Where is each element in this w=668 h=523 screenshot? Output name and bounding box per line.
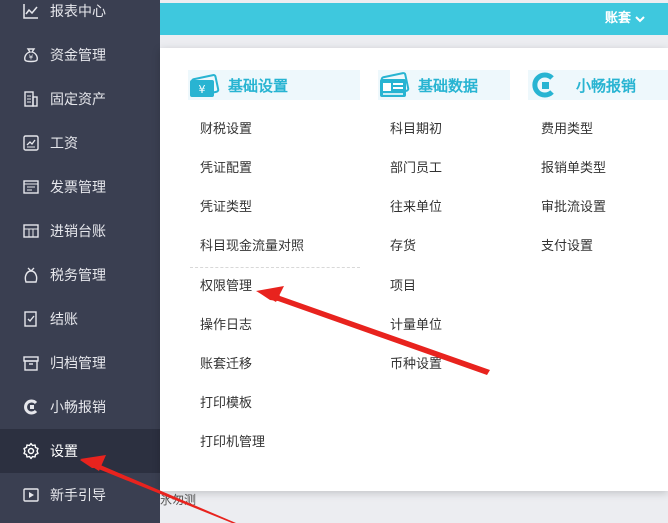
sidebar-item-label: 资金管理	[50, 48, 106, 64]
account-menu[interactable]: 账套	[605, 3, 646, 35]
menu-item-units[interactable]: 计量单位	[390, 316, 442, 336]
sidebar-item-label: 小畅报销	[50, 400, 106, 416]
menu-item-expense-types[interactable]: 费用类型	[541, 120, 593, 140]
menu-item-trading-partners[interactable]: 往来单位	[390, 198, 442, 218]
sidebar-item-funds[interactable]: ¥ 资金管理	[0, 33, 160, 77]
column-title: 基础设置	[228, 76, 289, 95]
top-bar: 账套	[160, 3, 668, 35]
menu-item-print-templates[interactable]: 打印模板	[200, 394, 252, 414]
menu-item-reimburse-form-types[interactable]: 报销单类型	[541, 159, 606, 179]
sidebar-item-tax[interactable]: 税务管理	[0, 253, 160, 297]
chevron-down-icon	[635, 16, 645, 23]
video-guide-icon	[22, 486, 40, 504]
sidebar-item-archive[interactable]: 归档管理	[0, 341, 160, 385]
sidebar-item-label: 税务管理	[50, 268, 106, 284]
menu-item-cashflow-mapping[interactable]: 科目现金流量对照	[200, 237, 304, 257]
column-header-reimburse: 小畅报销	[528, 70, 668, 100]
menu-divider	[190, 267, 360, 268]
column-header-basic-data: 基础数据	[378, 70, 510, 100]
menu-item-printer-management[interactable]: 打印机管理	[200, 433, 265, 453]
archive-icon	[22, 354, 40, 372]
sidebar-item-label: 工资	[50, 136, 78, 152]
settings-dropdown-panel: ¥ 基础设置 基础数据 小畅报销 财税设置 凭证配置 凭证类型 科目现金流量对照…	[160, 48, 668, 491]
data-card-icon	[378, 70, 412, 100]
sidebar-item-label: 结账	[50, 312, 78, 328]
invoice-icon	[22, 178, 40, 196]
sidebar-item-label: 报表中心	[50, 4, 106, 20]
money-bag-icon: ¥	[22, 46, 40, 64]
sidebar-item-label: 固定资产	[50, 92, 106, 108]
column-title: 小畅报销	[576, 76, 637, 95]
menu-item-account-migration[interactable]: 账套迁移	[200, 355, 252, 375]
menu-item-payment-settings[interactable]: 支付设置	[541, 237, 593, 257]
gear-icon	[22, 442, 40, 460]
account-menu-label: 账套	[604, 11, 631, 26]
menu-item-voucher-config[interactable]: 凭证配置	[200, 159, 252, 179]
menu-item-inventory[interactable]: 存货	[390, 237, 416, 257]
menu-item-opening-balances[interactable]: 科目期初	[390, 120, 442, 140]
ledger-icon	[22, 222, 40, 240]
sidebar-item-guide[interactable]: 新手引导	[0, 473, 160, 517]
menu-item-voucher-types[interactable]: 凭证类型	[200, 198, 252, 218]
yuan-card-icon: ¥	[188, 70, 222, 100]
building-icon	[22, 90, 40, 108]
sidebar-item-reports[interactable]: 报表中心	[0, 0, 160, 33]
tax-icon	[22, 266, 40, 284]
menu-item-departments-staff[interactable]: 部门员工	[390, 159, 442, 179]
column-header-basic-settings: ¥ 基础设置	[188, 70, 360, 100]
chart-icon	[22, 2, 40, 20]
menu-item-tax-settings[interactable]: 财税设置	[200, 120, 252, 140]
menu-item-currency-settings[interactable]: 币种设置	[390, 355, 442, 375]
sidebar-item-label: 进销台账	[50, 224, 106, 240]
svg-text:¥: ¥	[29, 54, 34, 62]
sidebar-item-sales-ledger[interactable]: 进销台账	[0, 209, 160, 253]
sidebar-item-checkout[interactable]: 结账	[0, 297, 160, 341]
sidebar-item-label: 发票管理	[50, 180, 106, 196]
svg-text:¥: ¥	[199, 83, 206, 96]
sidebar-item-invoices[interactable]: 发票管理	[0, 165, 160, 209]
sidebar-item-label: 归档管理	[50, 356, 106, 372]
menu-item-projects[interactable]: 项目	[390, 277, 416, 297]
background-text-fragment: 氷勿测	[160, 493, 197, 507]
payroll-icon	[22, 134, 40, 152]
sidebar-item-label: 设置	[50, 444, 78, 460]
menu-item-operation-log[interactable]: 操作日志	[200, 316, 252, 336]
menu-item-approval-flow[interactable]: 审批流设置	[541, 198, 606, 218]
reimburse-logo-icon	[528, 70, 562, 100]
sidebar-item-settings[interactable]: 设置	[0, 429, 160, 473]
menu-item-permission-management[interactable]: 权限管理	[200, 277, 252, 297]
sidebar: 报表中心 ¥ 资金管理 固定资产 工资 发票管理 进销台账 税务管理 结账 归档…	[0, 0, 160, 523]
checkout-icon	[22, 310, 40, 328]
sidebar-item-reimburse[interactable]: 小畅报销	[0, 385, 160, 429]
sidebar-item-payroll[interactable]: 工资	[0, 121, 160, 165]
sidebar-item-fixed-assets[interactable]: 固定资产	[0, 77, 160, 121]
sidebar-item-label: 新手引导	[50, 488, 106, 504]
reimburse-logo-icon	[22, 398, 40, 416]
column-title: 基础数据	[418, 76, 479, 95]
